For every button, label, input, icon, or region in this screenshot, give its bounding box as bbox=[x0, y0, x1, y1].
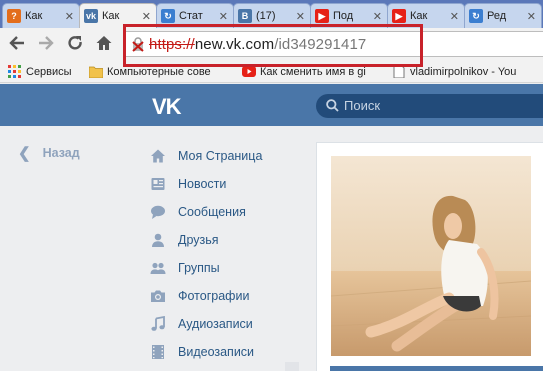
side-menu: Моя Страница Новости Сообщения Друзья Гр… bbox=[150, 142, 310, 366]
menu-label: Сообщения bbox=[178, 205, 246, 219]
browser-tab[interactable]: ? Как ✕ bbox=[2, 3, 80, 28]
groups-icon bbox=[150, 260, 166, 276]
menu-label: Группы bbox=[178, 261, 220, 275]
menu-item-photos[interactable]: Фотографии bbox=[150, 282, 310, 310]
menu-item-messages[interactable]: Сообщения bbox=[150, 198, 310, 226]
chevron-left-icon: ❮ bbox=[18, 145, 31, 162]
close-icon[interactable]: ✕ bbox=[525, 10, 541, 23]
close-icon[interactable]: ✕ bbox=[140, 10, 156, 23]
friends-icon bbox=[150, 232, 166, 248]
tab-title: Стат bbox=[179, 10, 203, 22]
menu-label: Фотографии bbox=[178, 289, 250, 303]
menu-label: Друзья bbox=[178, 233, 219, 247]
music-icon bbox=[150, 316, 166, 332]
tab-title: (17) bbox=[256, 10, 276, 22]
bookmark-label: vladimirpolnikov - You bbox=[410, 65, 517, 78]
search-icon bbox=[326, 99, 339, 112]
close-icon[interactable]: ✕ bbox=[63, 10, 79, 23]
menu-label: Видеозаписи bbox=[178, 345, 255, 359]
vk-icon: vk bbox=[84, 9, 98, 23]
news-icon bbox=[150, 176, 166, 192]
home-icon bbox=[150, 148, 166, 164]
zoom-icon: ↻ bbox=[469, 9, 483, 23]
bookmark-label: Сервисы bbox=[26, 65, 72, 78]
bookmark-label: Как сменить имя в gi bbox=[260, 65, 366, 78]
close-icon[interactable]: ✕ bbox=[448, 10, 464, 23]
apps-grid-icon bbox=[8, 65, 21, 78]
back-label: Назад bbox=[42, 146, 80, 160]
vk-header: VK Поиск bbox=[0, 84, 543, 126]
video-icon bbox=[150, 344, 166, 360]
menu-label: Моя Страница bbox=[178, 149, 263, 163]
menu-label: Аудиозаписи bbox=[178, 317, 253, 331]
back-link[interactable]: ❮ Назад bbox=[18, 144, 80, 162]
close-icon[interactable]: ✕ bbox=[217, 10, 233, 23]
bookmark-item[interactable]: Сервисы bbox=[8, 63, 72, 80]
vk-b-icon: B bbox=[238, 9, 252, 23]
menu-item-news[interactable]: Новости bbox=[150, 170, 310, 198]
menu-item-audio[interactable]: Аудиозаписи bbox=[150, 310, 310, 338]
close-icon[interactable]: ✕ bbox=[294, 10, 310, 23]
reload-icon[interactable] bbox=[64, 32, 86, 54]
profile-photo[interactable] bbox=[331, 156, 531, 356]
youtube-icon: ▶ bbox=[315, 9, 329, 23]
forward-arrow-icon[interactable] bbox=[35, 32, 57, 54]
tab-title: Как bbox=[102, 10, 120, 22]
browser-tab[interactable]: ↻ Ред ✕ bbox=[464, 3, 542, 28]
back-arrow-icon[interactable] bbox=[6, 32, 28, 54]
tab-title: Под bbox=[333, 10, 354, 22]
tab-title: Ред bbox=[487, 10, 507, 22]
folder-icon bbox=[89, 66, 103, 78]
menu-item-groups[interactable]: Группы bbox=[150, 254, 310, 282]
close-icon[interactable]: ✕ bbox=[371, 10, 387, 23]
vk-logo[interactable]: VK bbox=[152, 94, 182, 120]
youtube-icon: ▶ bbox=[392, 9, 406, 23]
question-icon: ? bbox=[7, 9, 21, 23]
camera-icon bbox=[150, 288, 166, 304]
zoom-icon: ↻ bbox=[161, 9, 175, 23]
menu-item-my-page[interactable]: Моя Страница bbox=[150, 142, 310, 170]
scroll-handle[interactable] bbox=[285, 362, 299, 371]
messages-icon bbox=[150, 204, 166, 220]
menu-label: Новости bbox=[178, 177, 227, 191]
tab-title: Как bbox=[410, 10, 428, 22]
profile-card bbox=[316, 142, 543, 371]
bookmark-label: Компьютерные сове bbox=[107, 65, 211, 78]
home-icon[interactable] bbox=[93, 32, 115, 54]
search-input[interactable]: Поиск bbox=[316, 94, 543, 118]
highlight-frame bbox=[123, 24, 423, 67]
card-bottom-bar bbox=[330, 366, 543, 371]
menu-item-friends[interactable]: Друзья bbox=[150, 226, 310, 254]
tab-title: Как bbox=[25, 10, 43, 22]
search-placeholder: Поиск bbox=[344, 98, 381, 113]
